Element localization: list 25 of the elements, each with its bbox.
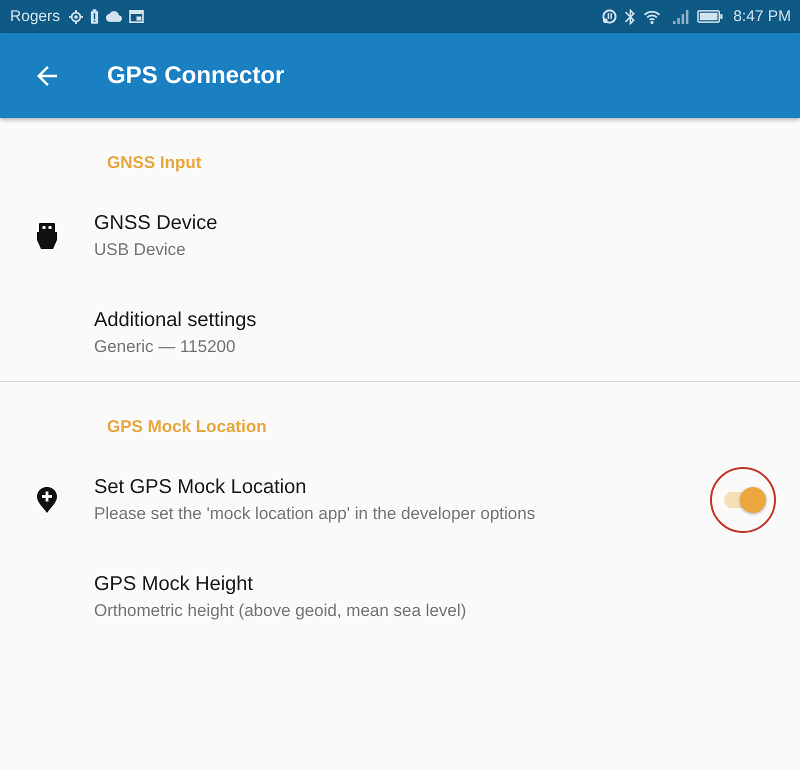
location-target-icon: [68, 10, 83, 24]
battery-icon: [697, 10, 724, 23]
setting-summary: Generic — 115200: [94, 336, 236, 358]
usb-plug-icon: [37, 222, 57, 248]
section-header: GNSS Input: [106, 152, 202, 174]
setting-title[interactable]: Additional settings: [94, 306, 256, 332]
bluetooth-icon: [625, 8, 636, 24]
back-arrow-icon: [37, 66, 57, 86]
setting-title[interactable]: GNSS Device: [94, 210, 218, 236]
clock-time: 8:47 PM: [733, 6, 791, 26]
cloud-icon: [106, 11, 122, 22]
section-header: GPS Mock Location: [106, 416, 268, 438]
setting-summary: USB Device: [94, 238, 186, 260]
setting-title[interactable]: GPS Mock Height: [94, 570, 253, 596]
setting-summary: Please set the 'mock location app' in the developer options: [94, 502, 536, 524]
map-pin-plus-icon: [37, 486, 57, 512]
window-icon: [128, 10, 144, 23]
setting-summary: Orthometric height (above geoid, mean sea level): [94, 600, 466, 622]
signal-bars-icon: [673, 10, 690, 24]
carrier-name: Rogers: [10, 6, 60, 26]
wifi-icon: [643, 10, 662, 24]
setting-title[interactable]: Set GPS Mock Location: [94, 474, 306, 500]
screen-title: GPS Connector: [107, 60, 284, 90]
circle-status-icon: [602, 9, 618, 24]
battery-alert-icon: [90, 9, 99, 24]
